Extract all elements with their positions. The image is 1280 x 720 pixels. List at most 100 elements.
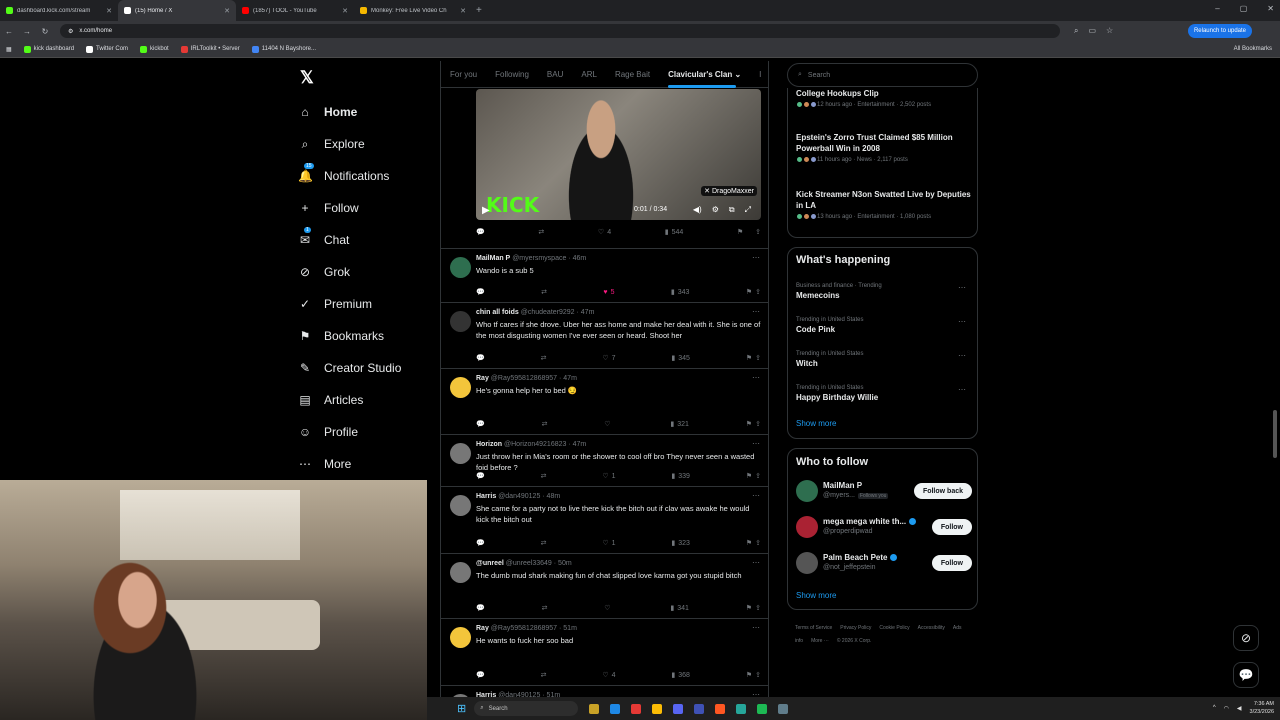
footer-link[interactable]: © 2026 X Corp.	[837, 638, 872, 644]
news-item[interactable]: Kick Streamer N3on Swatted Live by Deput…	[796, 189, 972, 220]
avatar[interactable]	[796, 552, 818, 574]
share-icon[interactable]: ⇪	[755, 228, 761, 236]
app-icon[interactable]	[631, 703, 642, 714]
footer-link[interactable]: Privacy Policy	[840, 625, 871, 631]
repost-icon[interactable]: ⇄	[541, 354, 547, 362]
taskbar-search[interactable]: ⌕ Search	[474, 701, 579, 716]
more-options-icon[interactable]: ⋯	[958, 317, 966, 326]
feed-tab[interactable]: Following	[486, 61, 538, 88]
apps-icon[interactable]: ▦	[6, 46, 12, 53]
tweet-author-name[interactable]: @unreel	[476, 560, 504, 567]
more-options-icon[interactable]: ⋯	[752, 623, 760, 632]
avatar[interactable]	[450, 495, 471, 516]
more-options-icon[interactable]: ⋯	[958, 351, 966, 360]
share-icon[interactable]: ⇪	[755, 671, 761, 679]
trend-item[interactable]: Trending in United States Happy Birthday …	[796, 385, 972, 402]
more-options-icon[interactable]: ⋯	[752, 491, 760, 500]
tweet[interactable]: Ray @Ray595812868957 · 51m ⋯ He wants to f…	[441, 618, 768, 685]
repost-icon[interactable]: ⇄	[542, 420, 548, 428]
avatar[interactable]	[796, 480, 818, 502]
feed-tab[interactable]: Rage Bait	[606, 61, 659, 88]
nav-item-home[interactable]: ⌂ Home	[298, 96, 438, 128]
share-icon[interactable]: ⇪	[755, 420, 761, 428]
tweet[interactable]: Harris @dan490125 · 48m ⋯ She came for a p…	[441, 486, 768, 553]
browser-tab[interactable]: dashboard.kick.com/stream ✕	[0, 0, 118, 21]
more-options-icon[interactable]: ⋯	[752, 373, 760, 382]
close-icon[interactable]: ✕	[342, 7, 348, 15]
like-button[interactable]: ♡	[604, 604, 613, 612]
tweet[interactable]: MailMan P @myersmyspace · 46m ⋯ Wando is a…	[441, 248, 768, 302]
bookmark-icon[interactable]: ⚑	[746, 604, 752, 612]
views-count[interactable]: ▮ 339	[671, 472, 690, 481]
close-icon[interactable]: ✕	[460, 7, 466, 15]
bookmark-icon[interactable]: ⚑	[737, 228, 743, 236]
windows-start-icon[interactable]: ⊞	[457, 702, 466, 715]
footer-link[interactable]: Cookie Policy	[879, 625, 909, 631]
feed-tab[interactable]: ARL	[572, 61, 606, 88]
more-options-icon[interactable]: ⋯	[958, 283, 966, 292]
discord-icon[interactable]	[673, 703, 684, 714]
avatar[interactable]	[450, 377, 471, 398]
volume-icon[interactable]: ◀)	[693, 205, 702, 215]
share-icon[interactable]: ⇪	[755, 354, 761, 362]
bookmark-icon[interactable]: ⚑	[746, 671, 752, 679]
bookmark-icon[interactable]: ⚑	[746, 539, 752, 547]
news-item[interactable]: Epstein's Zorro Trust Claimed $85 Millio…	[796, 132, 972, 163]
feed-tab[interactable]: BAU	[538, 61, 572, 88]
like-button[interactable]: ♡	[604, 420, 613, 428]
like-button[interactable]: ♡ 4	[598, 228, 611, 237]
nav-item-articles[interactable]: ▤ Articles	[298, 384, 438, 416]
search-input[interactable]: ⌕ Search	[787, 63, 978, 87]
follow-button[interactable]: Follow	[931, 519, 972, 535]
tweet-author-name[interactable]: MailMan P	[476, 255, 510, 262]
site-info-icon[interactable]: ⚙	[68, 28, 73, 35]
follow-suggestion[interactable]: mega mega white th... @properdipwad Follow	[796, 516, 972, 540]
repost-icon[interactable]: ⇄	[541, 472, 547, 480]
tweet-author-name[interactable]: Harris	[476, 493, 496, 500]
url-input[interactable]: ⚙ x.com/home	[60, 24, 1060, 38]
file-explorer-icon[interactable]	[589, 703, 600, 714]
steam-icon[interactable]	[778, 703, 789, 714]
trend-item[interactable]: Trending in United States Code Pink ⋯	[796, 317, 972, 334]
tray-chevron-icon[interactable]: ^	[1213, 705, 1216, 711]
tweet-author-name[interactable]: Ray	[476, 625, 489, 632]
grok-icon[interactable]: ⊘	[1233, 625, 1259, 651]
maximize-icon[interactable]: ▢	[1240, 4, 1248, 13]
nav-item-chat[interactable]: ✉ 1 Chat	[298, 224, 438, 256]
chrome-icon[interactable]	[652, 703, 663, 714]
browser-tab[interactable]: (1857) TOOL - YouTube ✕	[236, 0, 354, 21]
views-count[interactable]: ▮ 368	[671, 671, 690, 680]
trend-item[interactable]: Trending in United States Witch ⋯	[796, 351, 972, 368]
avatar[interactable]	[450, 311, 471, 332]
more-options-icon[interactable]: ⋯	[752, 253, 760, 262]
tweet-author-name[interactable]: chin all foids	[476, 309, 519, 316]
tweet[interactable]: chin all foids @chudeater9292 · 47m ⋯ Who …	[441, 302, 768, 368]
like-button[interactable]: ♥ 5	[603, 289, 614, 296]
more-options-icon[interactable]: ⋯	[752, 558, 760, 567]
bookmark-item[interactable]: kickbot	[140, 45, 169, 53]
like-button[interactable]: ♡ 4	[602, 671, 615, 680]
spotify-icon[interactable]	[757, 703, 768, 714]
more-options-icon[interactable]: ⋯	[958, 385, 966, 394]
video-player[interactable]: ✕ DragoMaxxer KICK ▶ 0:01 / 0:34 ◀) ⚙ ⧉ …	[476, 89, 761, 220]
bookmark-icon[interactable]: ⚑	[746, 420, 752, 428]
news-item[interactable]: College Hookups Clip 12 hours ago · Enter…	[796, 88, 972, 108]
avatar[interactable]	[450, 443, 471, 464]
cast-icon[interactable]: ▭	[1088, 26, 1096, 36]
pip-icon[interactable]: ⧉	[729, 205, 735, 215]
all-bookmarks-button[interactable]: All Bookmarks	[1234, 46, 1272, 52]
nav-item-explore[interactable]: ⌕ Explore	[298, 128, 438, 160]
settings-icon[interactable]: ⚙	[712, 205, 719, 215]
views-count[interactable]: ▮ 544	[665, 228, 684, 237]
tweet-author-name[interactable]: Horizon	[476, 441, 502, 448]
edge-icon[interactable]	[610, 703, 621, 714]
volume-tray-icon[interactable]: ◀	[1237, 705, 1242, 712]
show-more-link[interactable]: Show more	[796, 591, 836, 600]
reply-icon[interactable]: 💬	[476, 539, 485, 547]
bookmark-icon[interactable]: ⚑	[746, 288, 752, 296]
nav-item-grok[interactable]: ⊘ Grok	[298, 256, 438, 288]
avatar[interactable]	[450, 562, 471, 583]
repost-icon[interactable]: ⇄	[541, 539, 547, 547]
close-window-icon[interactable]: ✕	[1267, 4, 1274, 13]
play-icon[interactable]: ▶	[482, 205, 490, 216]
